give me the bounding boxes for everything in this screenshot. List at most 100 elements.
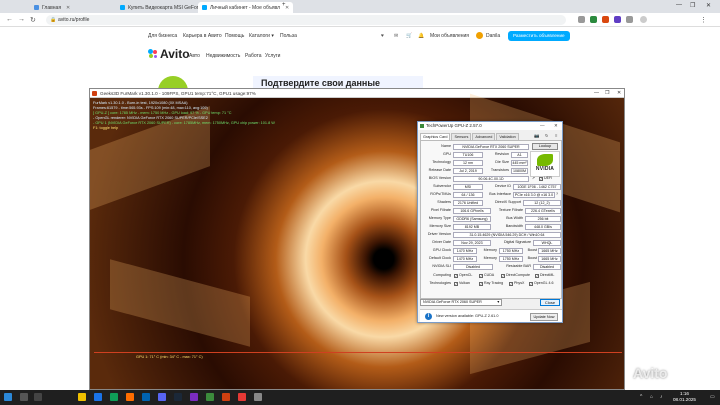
nav-benefit[interactable]: Польза [280,33,297,39]
value-gpu-clock: 1470 MHz [453,247,477,254]
tab-profile[interactable]: Личный кабинет - Мое объявл ✕ [198,2,294,13]
gpuz-app-icon [420,124,424,128]
extension-icon[interactable] [590,16,597,23]
app-icon[interactable] [126,393,134,401]
network-icon[interactable]: ⌂ [650,394,653,400]
back-icon[interactable]: ← [6,16,13,23]
app-icon[interactable] [190,393,198,401]
tab-home[interactable]: Главная ✕ [30,2,74,13]
my-ads-link[interactable]: Мои объявления [430,33,469,39]
row-computing: Computing ✓OpenCL ✓CUDA ✓DirectCompute ✓… [421,272,561,279]
nav-career[interactable]: Карьера в Авито [183,33,222,39]
close-button[interactable]: Close [540,299,560,306]
cart-icon[interactable]: 🛒 [406,33,412,39]
avito-watermark: Avito [633,365,668,381]
app-icon[interactable] [238,393,246,401]
furmark-app-icon [92,91,97,96]
app-icon[interactable] [142,393,150,401]
user-avatar[interactable] [476,32,483,39]
maximize-icon[interactable]: ❐ [690,2,695,9]
chat-icon[interactable]: ✉ [394,33,398,39]
new-tab-button[interactable]: + [282,2,286,8]
close-icon[interactable]: ✕ [66,5,70,11]
furmark-title: Geeks3D FurMark v1.30.1.0 - 109FPS, GPU1… [100,91,256,96]
menu-icon[interactable]: ≡ [555,133,557,138]
heart-icon[interactable]: ♥ [381,33,384,39]
gpuz-taskbar-icon[interactable] [206,393,214,401]
post-ad-button[interactable]: Разместить объявление [508,31,570,41]
task-view-icon[interactable] [34,393,42,401]
volume-icon[interactable]: ♪ [660,394,663,400]
label: Technologies [429,281,451,285]
close-window-icon[interactable]: ✕ [706,2,711,9]
value-bandwidth: 448.0 GB/s [525,223,561,230]
notifications-icon[interactable]: ▭ [710,394,715,400]
close-icon[interactable]: ✕ [617,89,621,98]
label: Boost [527,256,537,260]
tray-chevron-icon[interactable]: ^ [640,394,642,400]
checkbox-label: DirectML [540,273,555,277]
close-icon[interactable]: ✕ [554,122,558,130]
gpu-select[interactable]: NVIDIA GeForce RTX 2060 SUPER ▼ [420,299,502,306]
minimize-icon[interactable]: — [540,122,545,130]
discord-icon[interactable] [158,393,166,401]
steam-icon[interactable] [174,393,182,401]
tab-advanced[interactable]: Advanced [472,133,496,140]
bell-icon[interactable]: 🔔 [418,33,424,39]
value-bus-interface: PCIe x16 3.0 @ x16 3.0 [513,191,555,198]
tab-graphics-card[interactable]: Graphics Card [420,133,451,140]
extension-icon[interactable] [626,16,633,23]
value-default-boost: 1665 MHz [538,255,561,262]
tab-sensors[interactable]: Sensors [451,133,472,140]
profile-avatar-icon[interactable] [640,16,647,23]
url-input[interactable]: 🔒 avito.ru/profile [46,15,566,25]
gpuz-tabs: Graphics Card Sensors Advanced Validatio… [420,133,519,140]
minimize-icon[interactable]: — [676,2,682,8]
forward-icon[interactable]: → [18,16,25,23]
furmark-info-line: Frames:61579 - time:565.93s - FPS:109 (m… [93,106,208,110]
extension-icon[interactable] [602,16,609,23]
nav-services[interactable]: Услуги [265,53,280,59]
value-shaders: 2176 Unified [453,199,483,206]
share-icon[interactable]: ⇗ [532,175,535,182]
avito-section-nav: Авто Недвижимость Работа Услуги [0,44,720,68]
value-rops: 64 / 136 [453,191,483,198]
label: Memory Size [429,224,451,228]
label: Technology [432,160,451,164]
nav-catalogs[interactable]: Каталоги ▾ [249,33,274,39]
app-icon[interactable] [110,393,118,401]
maximize-icon[interactable]: ❐ [605,89,609,98]
furmark-taskbar-icon[interactable] [222,393,230,401]
clock[interactable]: 1:16 08.01.2025 [673,391,696,403]
update-now-button[interactable]: Update Now [530,313,558,321]
nav-auto[interactable]: Авто [189,53,200,59]
nav-help[interactable]: Помощь [225,33,244,39]
user-name[interactable]: Danila [486,33,500,39]
row-sli: NVIDIA SLI Disabled Resizable BAR Disabl… [421,263,561,270]
furmark-title-bar[interactable]: Geeks3D FurMark v1.30.1.0 - 109FPS, GPU1… [90,89,624,98]
nav-business[interactable]: Для бизнеса [148,33,177,39]
camera-icon[interactable]: 📷 [534,133,539,139]
help-icon[interactable]: ? [556,191,558,198]
value-default-memory: 1750 MHz [499,255,523,262]
nav-jobs[interactable]: Работа [245,53,262,59]
value-bios: 90.06.4C.00.1D [453,175,529,182]
chrome-icon[interactable] [94,393,102,401]
reload-icon[interactable]: ↻ [30,16,36,24]
nav-realty[interactable]: Недвижимость [206,53,240,59]
extension-icon[interactable] [578,16,585,23]
lookup-button[interactable]: Lookup [532,143,558,150]
checkbox-label: PhysX [514,281,525,285]
label: Driver Version [427,232,451,236]
extension-icon[interactable] [614,16,621,23]
browser-menu-icon[interactable]: ⋮ [700,16,707,24]
search-icon[interactable] [20,393,28,401]
browser-tab-bar: Главная ✕ Купить Видеокарта MSI GeForce … [0,0,720,13]
file-explorer-icon[interactable] [78,393,86,401]
minimize-icon[interactable]: — [594,89,599,98]
value-resizable-bar: Disabled [533,263,561,270]
start-icon[interactable] [4,393,12,401]
app-icon[interactable] [254,393,262,401]
tab-validation[interactable]: Validation [496,133,519,140]
refresh-icon[interactable]: ↻ [545,133,549,138]
